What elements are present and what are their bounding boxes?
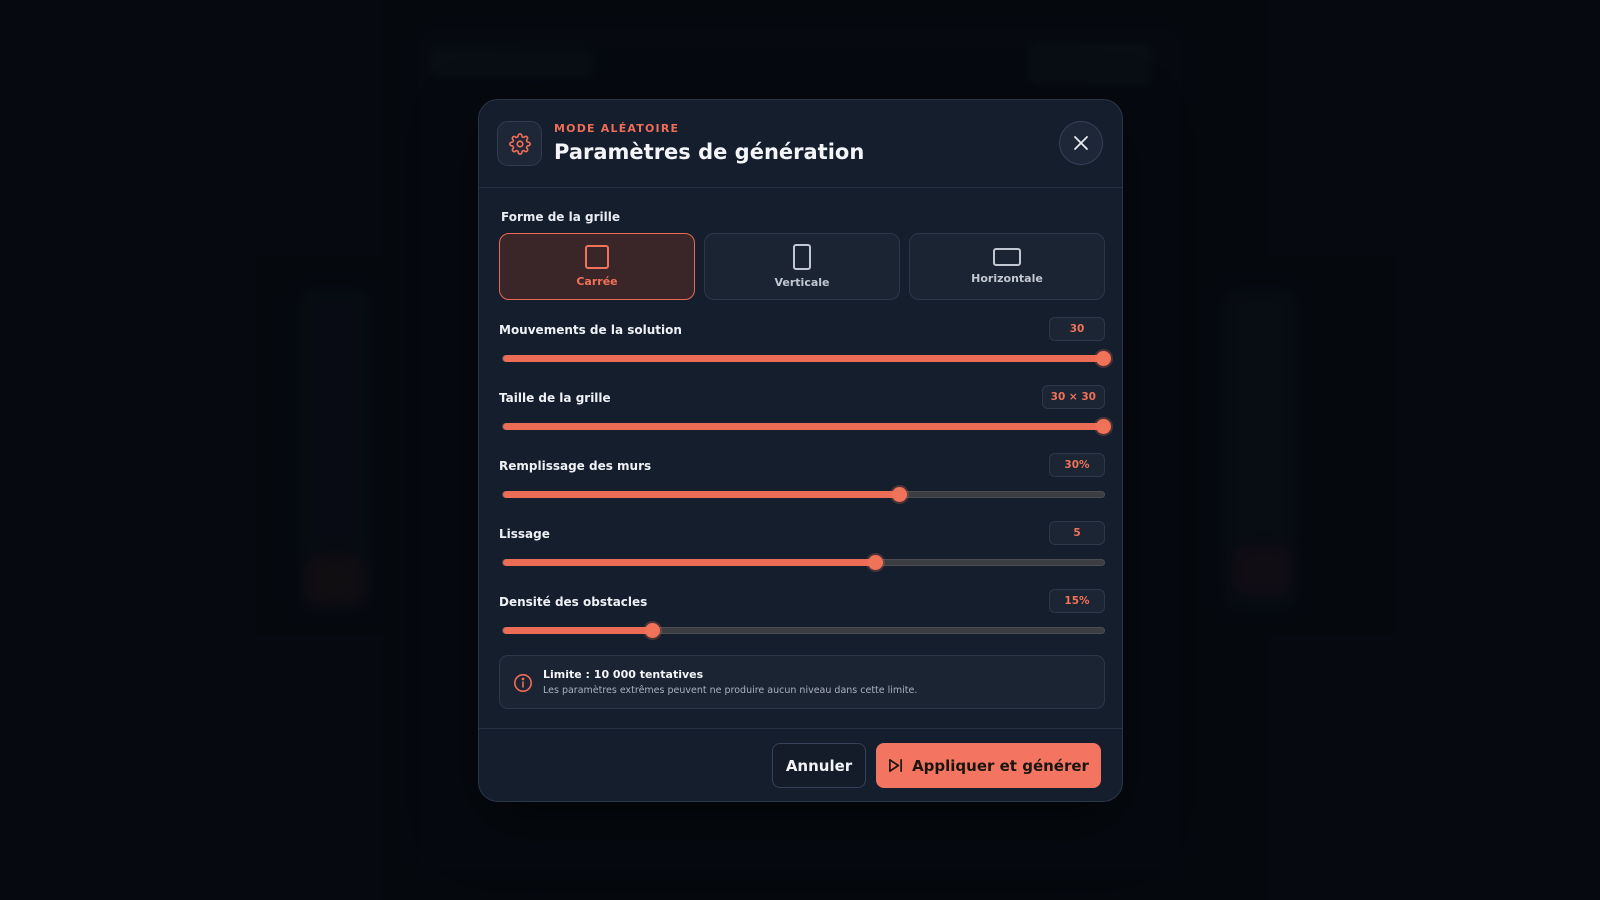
slider-track[interactable] [502,623,1105,638]
slider-value-badge: 5 [1049,521,1105,545]
shape-option-vertical[interactable]: Verticale [704,233,900,300]
slider-label: Remplissage des murs [499,459,652,473]
slider-grid-size: Taille de la grille 30 × 30 [499,385,1111,445]
grid-shape-label: Forme de la grille [501,210,620,224]
shape-option-square[interactable]: Carrée [499,233,695,300]
play-skip-icon [889,759,903,772]
slider-thumb[interactable] [1096,419,1111,434]
info-icon [514,674,532,692]
grid-shape-selector: Carrée Verticale Horizontale [499,233,1105,300]
shape-option-label: Horizontale [971,272,1043,285]
slider-obstacle-density: Densité des obstacles 15% [499,589,1105,649]
notice-title: Limite : 10 000 tentatives [543,668,704,681]
portrait-shape-icon [793,244,811,270]
dialog-header: MODE ALÉATOIRE Paramètres de génération [479,100,1122,188]
mode-eyebrow: MODE ALÉATOIRE [554,122,680,135]
slider-thumb[interactable] [1096,351,1111,366]
apply-and-generate-button[interactable]: Appliquer et générer [876,743,1101,788]
slider-track[interactable] [502,419,1111,434]
close-button[interactable] [1059,121,1103,165]
slider-track[interactable] [502,487,1105,502]
slider-thumb[interactable] [645,623,661,638]
slider-value-badge: 30 × 30 [1041,385,1105,409]
slider-fill [503,559,876,566]
slider-value-badge: 30% [1049,453,1105,477]
square-shape-icon [585,245,609,269]
slider-fill [503,423,1104,430]
slider-solution-moves: Mouvements de la solution 30 [499,317,1111,377]
notice-text: Les paramètres extrêmes peuvent ne produ… [543,685,918,696]
shape-option-horizontal[interactable]: Horizontale [909,233,1105,300]
slider-thumb[interactable] [867,555,883,570]
shape-option-label: Carrée [576,275,618,288]
slider-label: Taille de la grille [499,391,611,405]
gear-icon [497,121,542,166]
slider-track[interactable] [502,555,1105,570]
slider-value-badge: 15% [1049,589,1105,613]
slider-track[interactable] [502,351,1111,366]
slider-fill [503,491,900,498]
attempt-limit-notice: Limite : 10 000 tentatives Les paramètre… [499,655,1105,709]
slider-label: Densité des obstacles [499,595,648,609]
slider-fill [503,627,654,634]
cancel-button[interactable]: Annuler [772,743,866,788]
slider-thumb[interactable] [891,487,907,502]
slider-label: Mouvements de la solution [499,323,682,337]
slider-wall-fill: Remplissage des murs 30% [499,453,1105,513]
dialog-footer: Annuler Appliquer et générer [479,728,1122,801]
dialog-title: Paramètres de génération [554,140,865,164]
landscape-shape-icon [993,248,1021,266]
close-icon [1074,136,1088,150]
apply-button-label: Appliquer et générer [912,756,1089,775]
slider-fill [503,355,1104,362]
slider-smoothing: Lissage 5 [499,521,1105,581]
slider-label: Lissage [499,527,550,541]
shape-option-label: Verticale [774,276,830,289]
slider-value-badge: 30 [1049,317,1105,341]
generation-settings-dialog: MODE ALÉATOIRE Paramètres de génération … [478,99,1123,802]
